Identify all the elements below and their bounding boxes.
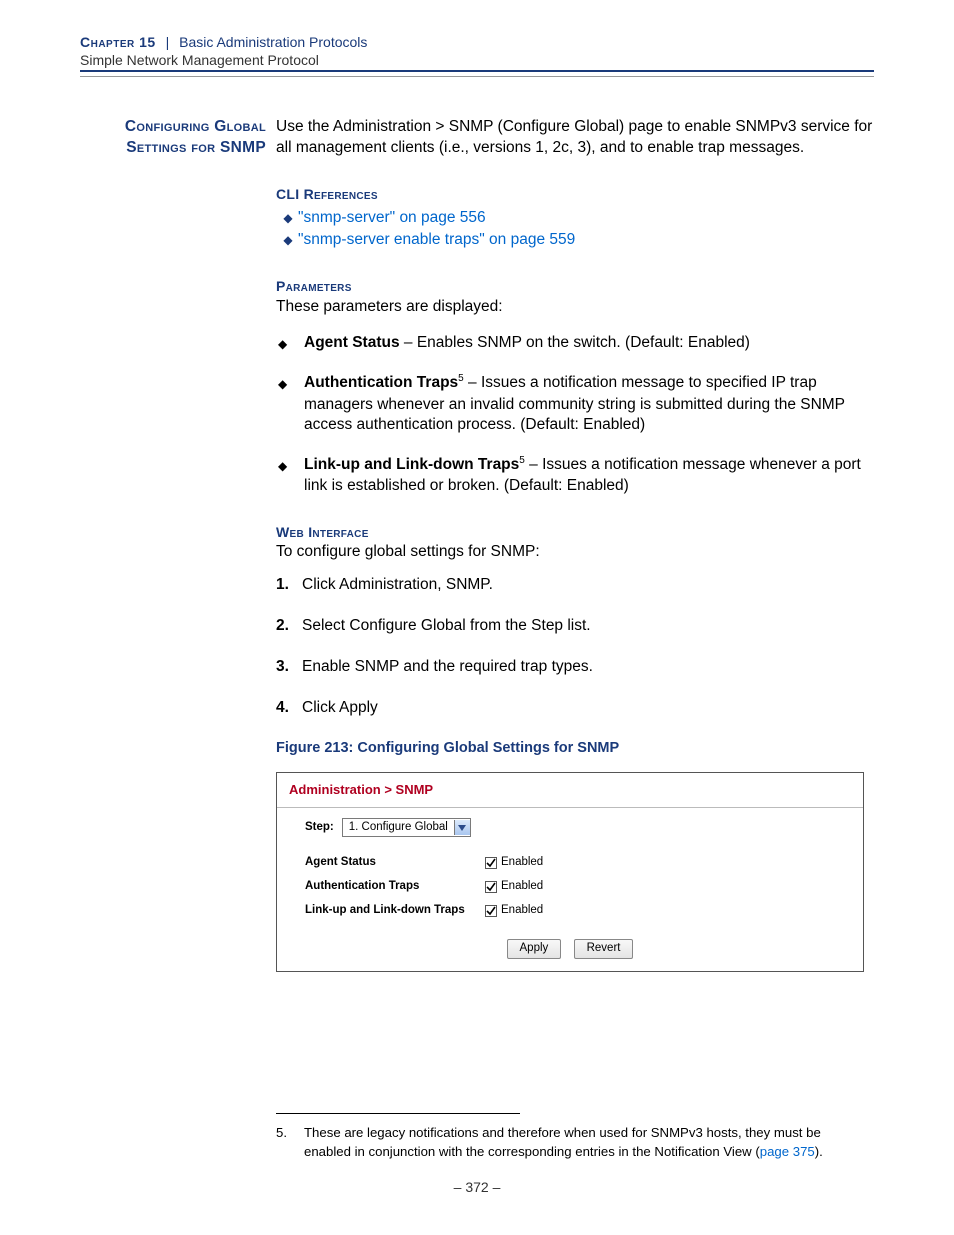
checkbox[interactable] bbox=[485, 881, 497, 893]
bullet-icon: ◆ bbox=[278, 210, 298, 226]
footnote-text: These are legacy notifications and there… bbox=[304, 1124, 864, 1161]
step-dropdown-label: Step: bbox=[305, 820, 334, 836]
dropdown-arrow-icon bbox=[454, 820, 470, 835]
step-text: Click Administration, SNMP. bbox=[302, 575, 493, 596]
figure-caption: Figure 213: Configuring Global Settings … bbox=[276, 739, 874, 759]
web-interface-label: Web Interface bbox=[276, 523, 874, 542]
checkbox[interactable] bbox=[485, 857, 497, 869]
section-heading: Configuring Global Settings for SNMP bbox=[80, 117, 266, 159]
intro-paragraph: Use the Administration > SNMP (Configure… bbox=[276, 117, 874, 159]
bullet-icon: ◆ bbox=[278, 454, 304, 497]
option-label: Agent Status bbox=[305, 855, 485, 871]
footnote: 5. These are legacy notifications and th… bbox=[276, 1113, 864, 1161]
option-value: Enabled bbox=[501, 903, 543, 919]
cli-reference-link[interactable]: "snmp-server" on page 556 bbox=[298, 209, 486, 226]
step-number: 3. bbox=[276, 657, 302, 678]
cli-references-label: CLI References bbox=[276, 185, 874, 204]
option-value: Enabled bbox=[501, 855, 543, 871]
parameter-item: Agent Status – Enables SNMP on the switc… bbox=[304, 332, 750, 354]
parameter-item: Authentication Traps5 – Issues a notific… bbox=[304, 372, 874, 436]
step-dropdown[interactable]: 1. Configure Global bbox=[342, 818, 471, 837]
step-text: Enable SNMP and the required trap types. bbox=[302, 657, 593, 678]
cli-reference-link[interactable]: "snmp-server enable traps" on page 559 bbox=[298, 231, 575, 248]
step-dropdown-value: 1. Configure Global bbox=[343, 820, 454, 836]
step-text: Select Configure Global from the Step li… bbox=[302, 616, 591, 637]
footnote-number: 5. bbox=[276, 1124, 304, 1161]
parameter-item: Link-up and Link-down Traps5 – Issues a … bbox=[304, 454, 874, 497]
header-separator: | bbox=[166, 34, 170, 50]
bullet-icon: ◆ bbox=[278, 372, 304, 436]
step-number: 2. bbox=[276, 616, 302, 637]
option-label: Authentication Traps bbox=[305, 879, 485, 895]
parameters-intro: These parameters are displayed: bbox=[276, 297, 874, 318]
bullet-icon: ◆ bbox=[278, 332, 304, 354]
figure-screenshot: Administration > SNMP Step: 1. Configure… bbox=[276, 772, 864, 971]
step-text: Click Apply bbox=[302, 698, 378, 719]
section-title: Simple Network Management Protocol bbox=[80, 52, 874, 68]
chapter-title: Basic Administration Protocols bbox=[179, 34, 367, 50]
page-number: – 372 – bbox=[0, 1179, 954, 1195]
option-label: Link-up and Link-down Traps bbox=[305, 903, 485, 919]
step-number: 4. bbox=[276, 698, 302, 719]
chapter-label: Chapter 15 bbox=[80, 34, 156, 50]
option-value: Enabled bbox=[501, 879, 543, 895]
web-interface-intro: To configure global settings for SNMP: bbox=[276, 542, 874, 563]
apply-button[interactable]: Apply bbox=[507, 939, 562, 959]
checkbox[interactable] bbox=[485, 905, 497, 917]
footnote-link[interactable]: page 375 bbox=[760, 1144, 815, 1159]
step-number: 1. bbox=[276, 575, 302, 596]
bullet-icon: ◆ bbox=[278, 232, 298, 248]
figure-breadcrumb: Administration > SNMP bbox=[289, 781, 851, 805]
revert-button[interactable]: Revert bbox=[574, 939, 634, 959]
parameters-label: Parameters bbox=[276, 277, 874, 296]
page-header: Chapter 15 | Basic Administration Protoc… bbox=[80, 34, 874, 72]
